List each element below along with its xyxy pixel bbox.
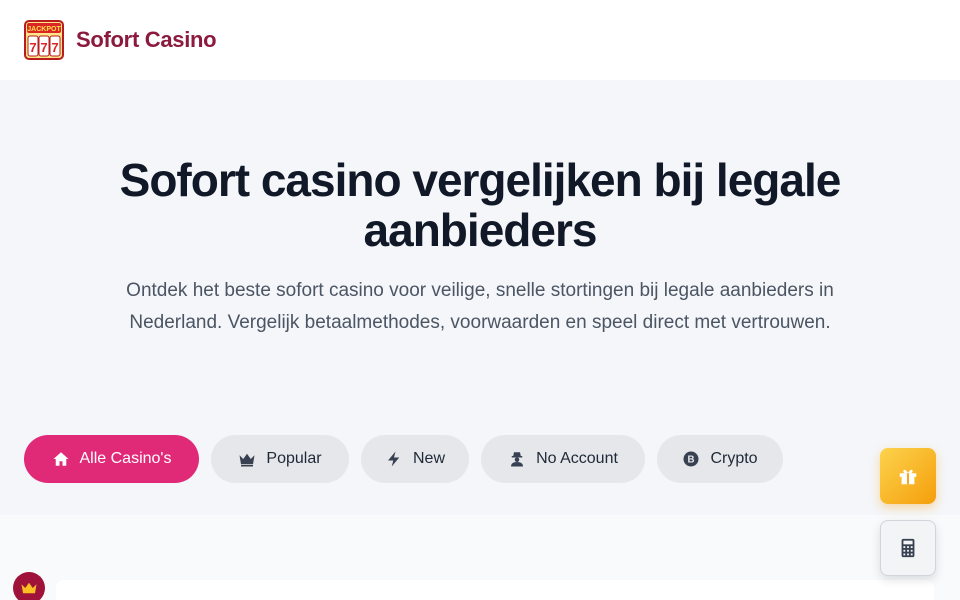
filter-new[interactable]: New	[361, 435, 469, 483]
crown-icon	[239, 453, 255, 467]
filter-crypto[interactable]: B Crypto	[657, 435, 783, 483]
filter-no-account[interactable]: No Account	[481, 435, 645, 483]
svg-text:JACKPOT: JACKPOT	[27, 26, 61, 33]
bonus-gift-button[interactable]	[880, 448, 936, 504]
svg-text:B: B	[688, 454, 695, 465]
filter-label: No Account	[536, 450, 618, 467]
calculator-button[interactable]	[880, 520, 936, 576]
filter-label: Alle Casino's	[79, 450, 172, 467]
svg-text:7: 7	[40, 40, 47, 55]
slot-machine-icon: JACKPOT 7 7 7	[24, 20, 64, 60]
casino-list-card	[56, 580, 934, 600]
brand-name: Sofort Casino	[76, 27, 217, 52]
crown-badge	[13, 572, 45, 600]
filter-label: Crypto	[710, 450, 758, 467]
home-logo-link[interactable]: JACKPOT 7 7 7 Sofort Casino	[24, 20, 217, 60]
gift-icon	[899, 469, 917, 485]
filter-label: Popular	[266, 450, 322, 467]
svg-text:7: 7	[29, 40, 36, 55]
user-secret-icon	[511, 452, 524, 467]
hero-subtitle: Ontdek het beste sofort casino voor veil…	[126, 280, 834, 333]
filter-label: New	[412, 450, 445, 467]
home-icon	[53, 452, 68, 466]
site-header: JACKPOT 7 7 7 Sofort Casino	[0, 0, 960, 80]
page-title: Sofort casino vergelijken bij legale aan…	[119, 154, 842, 256]
calculator-icon	[901, 538, 915, 558]
svg-text:7: 7	[51, 40, 58, 55]
crown-icon	[21, 582, 37, 594]
filter-popular[interactable]: Popular	[211, 435, 349, 483]
filter-all-casinos[interactable]: Alle Casino's	[24, 435, 199, 483]
bitcoin-icon: B	[683, 451, 699, 467]
bolt-icon	[387, 451, 400, 467]
